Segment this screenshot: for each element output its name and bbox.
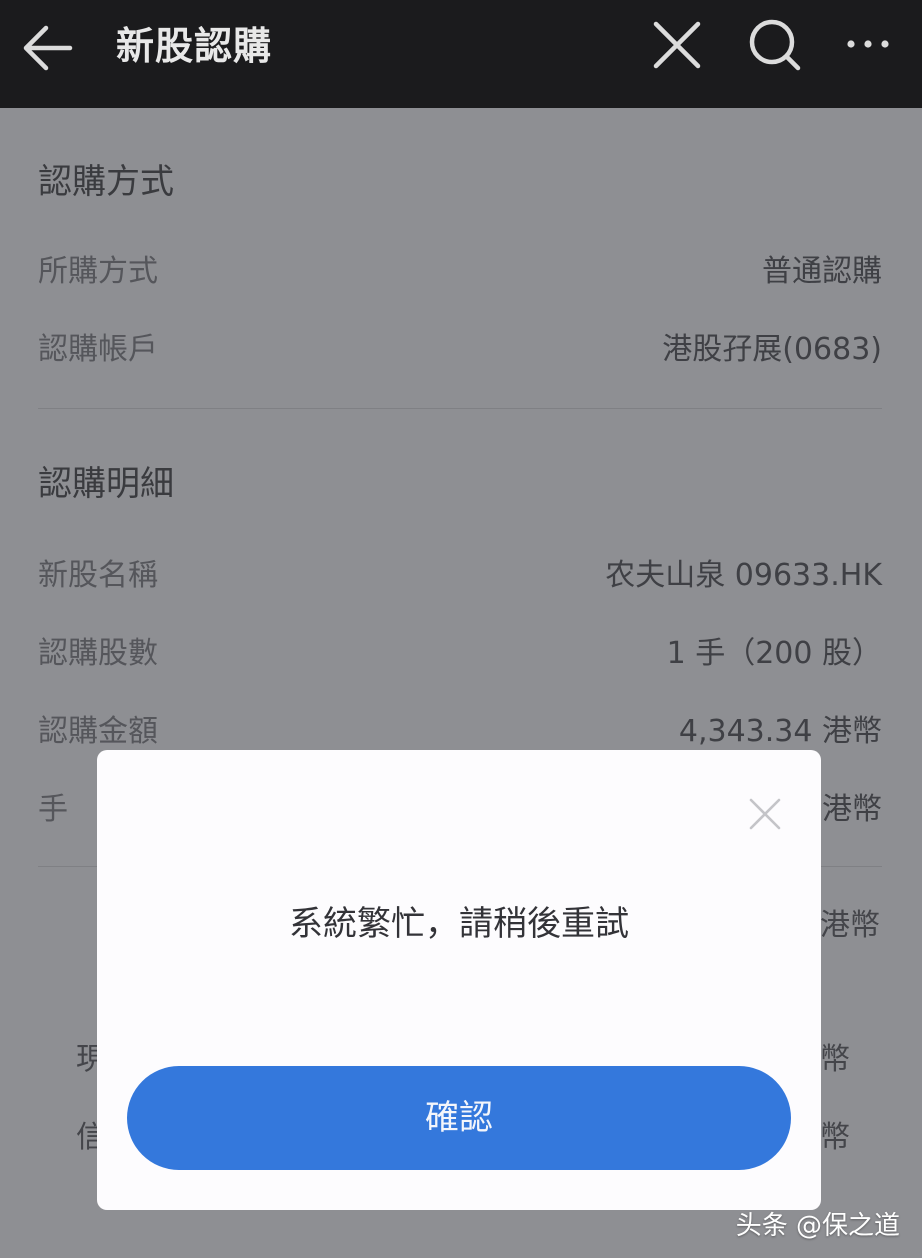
page-title: 新股認購 — [116, 24, 273, 68]
dialog-message: 系統繁忙，請稍後重試 — [289, 904, 629, 944]
more-horizontal-icon[interactable] — [842, 26, 894, 62]
section-title-subscription-details: 認購明細 — [38, 464, 174, 504]
row-label-share-quantity: 認購股數 — [38, 636, 158, 671]
divider — [38, 408, 882, 409]
section-title-subscription-method: 認購方式 — [38, 162, 174, 202]
row-value-subscription-amount: 4,343.34 港幣 — [678, 714, 882, 749]
row-label-stock-name: 新股名稱 — [38, 558, 158, 593]
row-value-share-quantity: 1 手（200 股） — [666, 636, 882, 671]
search-icon[interactable] — [742, 12, 808, 78]
option-value-peek: 幣 — [820, 1042, 850, 1077]
error-dialog: 系統繁忙，請稍後重試 確認 — [97, 750, 821, 1210]
top-navigation-bar: 新股認購 — [0, 0, 922, 108]
close-icon[interactable] — [743, 792, 787, 836]
option-value-peek: 幣 — [820, 1120, 850, 1155]
row-label-subscription-amount: 認購金額 — [38, 714, 158, 749]
arrow-left-icon[interactable] — [18, 18, 78, 78]
row-label-subscription-account: 認購帳戶 — [38, 332, 158, 367]
row-value-fee: 港幣 — [822, 792, 882, 827]
watermark: 头条 @保之道 — [735, 1211, 900, 1241]
row-label-fee: 手 — [38, 792, 68, 827]
row-value-subscription-type: 普通認購 — [762, 254, 882, 289]
row-value-subscription-account: 港股孖展(0683) — [662, 332, 882, 367]
row-label-subscription-type: 所購方式 — [38, 254, 158, 289]
total-currency-peek: 港幣 — [820, 908, 880, 943]
confirm-button[interactable]: 確認 — [127, 1066, 791, 1170]
row-value-stock-name: 农夫山泉 09633.HK — [605, 558, 882, 593]
close-icon[interactable] — [646, 14, 708, 76]
